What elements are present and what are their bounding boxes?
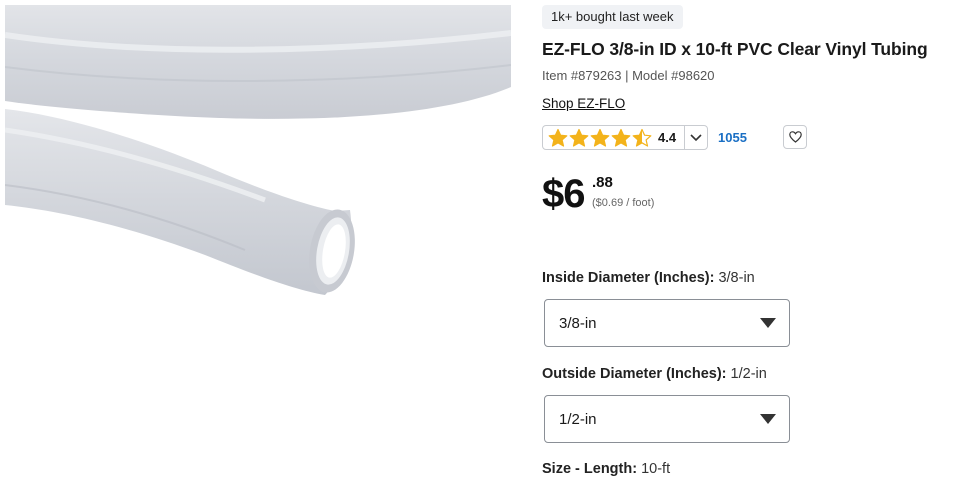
item-model-number: Item #879263 | Model #98620	[542, 68, 715, 83]
star-icon	[569, 128, 589, 147]
size-length-name: Size - Length:	[542, 461, 638, 477]
star-icon	[548, 128, 568, 147]
inside-diameter-selected: 3/8-in	[559, 314, 597, 332]
triangle-down-icon	[760, 318, 776, 328]
tubing-illustration	[5, 5, 511, 295]
inside-diameter-select[interactable]: 3/8-in	[544, 299, 790, 347]
shop-brand-link[interactable]: Shop EZ-FLO	[542, 96, 625, 111]
product-title: EZ-FLO 3/8-in ID x 10-ft PVC Clear Vinyl…	[542, 39, 928, 59]
price-dollars: $6	[542, 172, 585, 216]
favorite-button[interactable]	[783, 125, 807, 149]
rating-summary-button[interactable]: 4.4	[542, 125, 708, 150]
price-cents: .88	[592, 174, 613, 191]
outside-diameter-label: Outside Diameter (Inches): 1/2-in	[542, 366, 767, 382]
size-length-label: Size - Length: 10-ft	[542, 461, 670, 477]
inside-diameter-label: Inside Diameter (Inches): 3/8-in	[542, 270, 755, 286]
size-length-value: 10-ft	[641, 461, 671, 477]
outside-diameter-value: 1/2-in	[730, 366, 767, 382]
bought-badge: 1k+ bought last week	[542, 5, 683, 29]
star-icon	[632, 128, 652, 147]
triangle-down-icon	[760, 414, 776, 424]
outside-diameter-select[interactable]: 1/2-in	[544, 395, 790, 443]
rating-value: 4.4	[658, 130, 677, 145]
rating-stars	[543, 128, 652, 148]
inside-diameter-name: Inside Diameter (Inches):	[542, 270, 715, 286]
heart-icon	[788, 131, 802, 143]
outside-diameter-name: Outside Diameter (Inches):	[542, 366, 727, 382]
star-icon	[590, 128, 610, 147]
inside-diameter-value: 3/8-in	[718, 270, 755, 286]
chevron-down-icon	[684, 126, 707, 149]
unit-price: ($0.69 / foot)	[592, 197, 655, 209]
product-image[interactable]	[5, 5, 511, 479]
review-count-link[interactable]: 1055	[718, 130, 747, 145]
outside-diameter-selected: 1/2-in	[559, 410, 597, 428]
star-icon	[611, 128, 631, 147]
